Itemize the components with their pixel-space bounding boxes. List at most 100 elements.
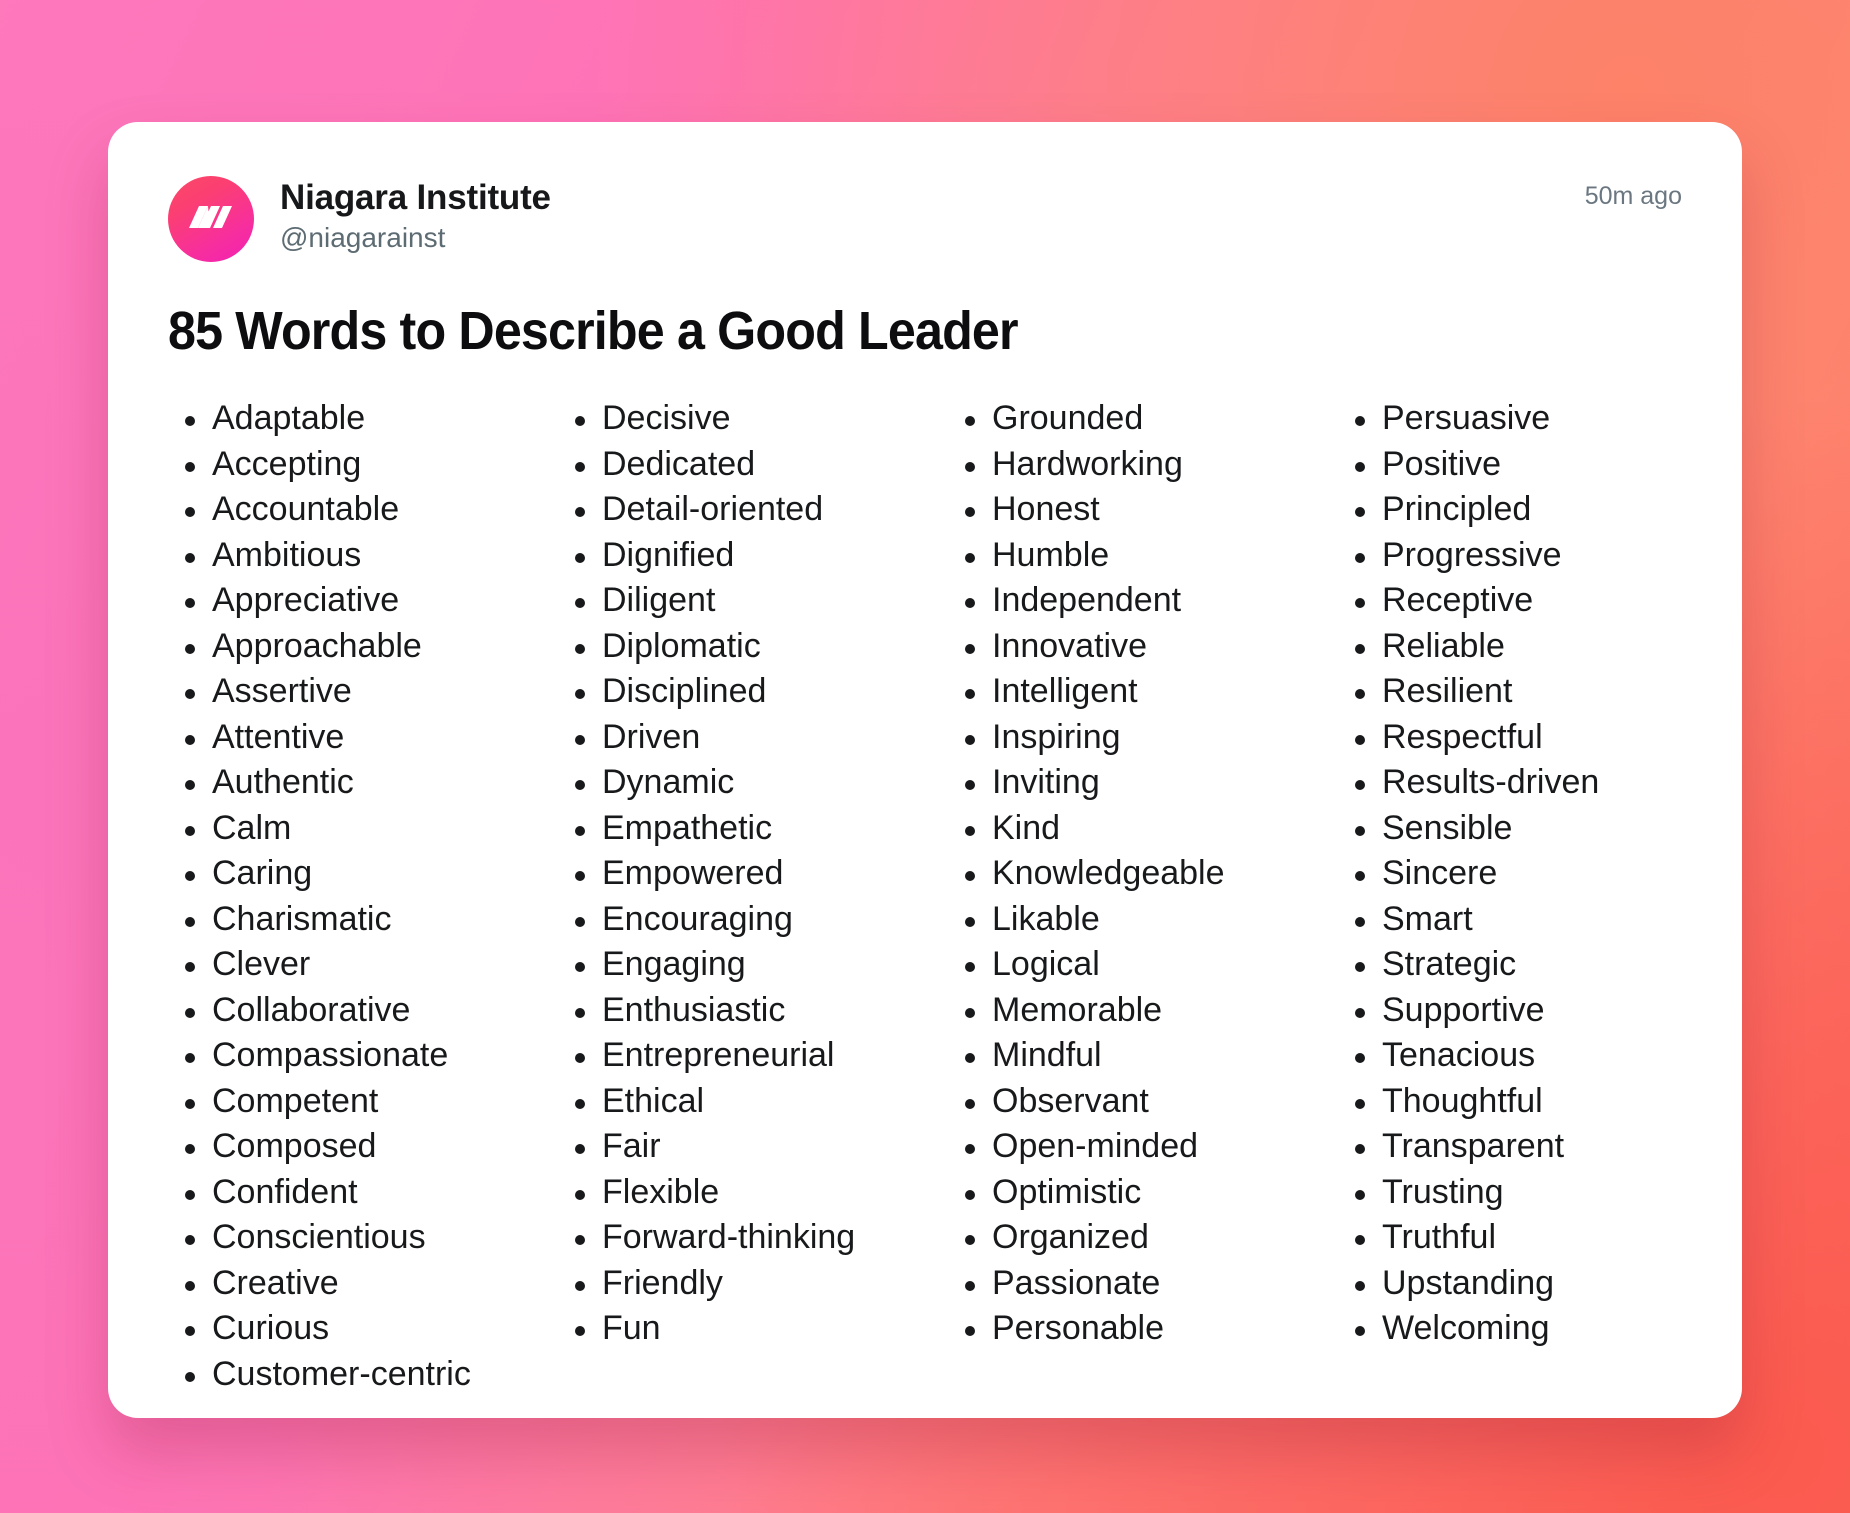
word-list-1: Adaptable Accepting Accountable Ambitious Ap… <box>168 396 558 1397</box>
list-item: Assertive <box>185 669 558 715</box>
list-item: Upstanding <box>1355 1261 1728 1307</box>
list-item: Observant <box>965 1079 1338 1125</box>
list-item: Tenacious <box>1355 1033 1728 1079</box>
list-item: Passionate <box>965 1261 1338 1307</box>
list-item: Flexible <box>575 1170 948 1216</box>
list-item: Grounded <box>965 396 1338 442</box>
list-item: Engaging <box>575 942 948 988</box>
list-item: Open-minded <box>965 1124 1338 1170</box>
word-column-1: Adaptable Accepting Accountable Ambitious Ap… <box>168 396 558 1397</box>
list-item: Hardworking <box>965 442 1338 488</box>
list-item: Respectful <box>1355 715 1728 761</box>
post-header: Niagara Institute @niagarainst 50m ago <box>168 174 1682 274</box>
list-item: Results-driven <box>1355 760 1728 806</box>
account-identity: Niagara Institute @niagarainst <box>280 174 551 257</box>
list-item: Inspiring <box>965 715 1338 761</box>
list-item: Reliable <box>1355 624 1728 670</box>
list-item: Driven <box>575 715 948 761</box>
list-item: Sincere <box>1355 851 1728 897</box>
word-list-2: Decisive Dedicated Detail-oriented Dignifie… <box>558 396 948 1352</box>
list-item: Logical <box>965 942 1338 988</box>
list-item: Authentic <box>185 760 558 806</box>
word-column-4: Persuasive Positive Principled Progressive R… <box>1338 396 1728 1352</box>
list-item: Collaborative <box>185 988 558 1034</box>
list-item: Intelligent <box>965 669 1338 715</box>
list-item: Organized <box>965 1215 1338 1261</box>
list-item: Sensible <box>1355 806 1728 852</box>
list-item: Persuasive <box>1355 396 1728 442</box>
list-item: Empathetic <box>575 806 948 852</box>
list-item: Approachable <box>185 624 558 670</box>
account-handle[interactable]: @niagarainst <box>280 220 551 256</box>
list-item: Clever <box>185 942 558 988</box>
list-item: Personable <box>965 1306 1338 1352</box>
list-item: Likable <box>965 897 1338 943</box>
list-item: Conscientious <box>185 1215 558 1261</box>
word-column-2: Decisive Dedicated Detail-oriented Dignifie… <box>558 396 948 1352</box>
list-item: Kind <box>965 806 1338 852</box>
list-item: Dedicated <box>575 442 948 488</box>
list-item: Trusting <box>1355 1170 1728 1216</box>
list-item: Creative <box>185 1261 558 1307</box>
word-list-columns: Adaptable Accepting Accountable Ambitious Ap… <box>168 396 1682 1397</box>
list-item: Detail-oriented <box>575 487 948 533</box>
list-item: Dignified <box>575 533 948 579</box>
list-item: Dynamic <box>575 760 948 806</box>
list-item: Inviting <box>965 760 1338 806</box>
post-card: Niagara Institute @niagarainst 50m ago 8… <box>108 122 1742 1418</box>
list-item: Encouraging <box>575 897 948 943</box>
list-item: Resilient <box>1355 669 1728 715</box>
word-list-4: Persuasive Positive Principled Progressive R… <box>1338 396 1728 1352</box>
list-item: Friendly <box>575 1261 948 1307</box>
list-item: Fun <box>575 1306 948 1352</box>
list-item: Entrepreneurial <box>575 1033 948 1079</box>
list-item: Decisive <box>575 396 948 442</box>
list-item: Attentive <box>185 715 558 761</box>
list-item: Enthusiastic <box>575 988 948 1034</box>
list-item: Mindful <box>965 1033 1338 1079</box>
account-name[interactable]: Niagara Institute <box>280 178 551 217</box>
post-timestamp: 50m ago <box>1584 182 1682 210</box>
list-item: Confident <box>185 1170 558 1216</box>
list-item: Diplomatic <box>575 624 948 670</box>
list-item: Caring <box>185 851 558 897</box>
list-item: Disciplined <box>575 669 948 715</box>
list-item: Calm <box>185 806 558 852</box>
list-item: Compassionate <box>185 1033 558 1079</box>
list-item: Ambitious <box>185 533 558 579</box>
list-item: Charismatic <box>185 897 558 943</box>
list-item: Honest <box>965 487 1338 533</box>
list-item: Smart <box>1355 897 1728 943</box>
list-item: Innovative <box>965 624 1338 670</box>
list-item: Curious <box>185 1306 558 1352</box>
list-item: Diligent <box>575 578 948 624</box>
list-item: Competent <box>185 1079 558 1125</box>
list-item: Composed <box>185 1124 558 1170</box>
list-item: Empowered <box>575 851 948 897</box>
list-item: Humble <box>965 533 1338 579</box>
list-item: Progressive <box>1355 533 1728 579</box>
page-title: 85 Words to Describe a Good Leader <box>168 301 1019 361</box>
word-column-3: Grounded Hardworking Honest Humble Independe… <box>948 396 1338 1352</box>
list-item: Adaptable <box>185 396 558 442</box>
word-list-3: Grounded Hardworking Honest Humble Independe… <box>948 396 1338 1352</box>
list-item: Accountable <box>185 487 558 533</box>
list-item: Memorable <box>965 988 1338 1034</box>
list-item: Accepting <box>185 442 558 488</box>
list-item: Independent <box>965 578 1338 624</box>
list-item: Optimistic <box>965 1170 1338 1216</box>
list-item: Customer-centric <box>185 1352 558 1398</box>
list-item: Supportive <box>1355 988 1728 1034</box>
list-item: Forward-thinking <box>575 1215 948 1261</box>
list-item: Knowledgeable <box>965 851 1338 897</box>
avatar[interactable] <box>168 176 254 262</box>
list-item: Receptive <box>1355 578 1728 624</box>
list-item: Thoughtful <box>1355 1079 1728 1125</box>
list-item: Welcoming <box>1355 1306 1728 1352</box>
list-item: Fair <box>575 1124 948 1170</box>
list-item: Strategic <box>1355 942 1728 988</box>
list-item: Ethical <box>575 1079 948 1125</box>
list-item: Appreciative <box>185 578 558 624</box>
list-item: Principled <box>1355 487 1728 533</box>
list-item: Positive <box>1355 442 1728 488</box>
